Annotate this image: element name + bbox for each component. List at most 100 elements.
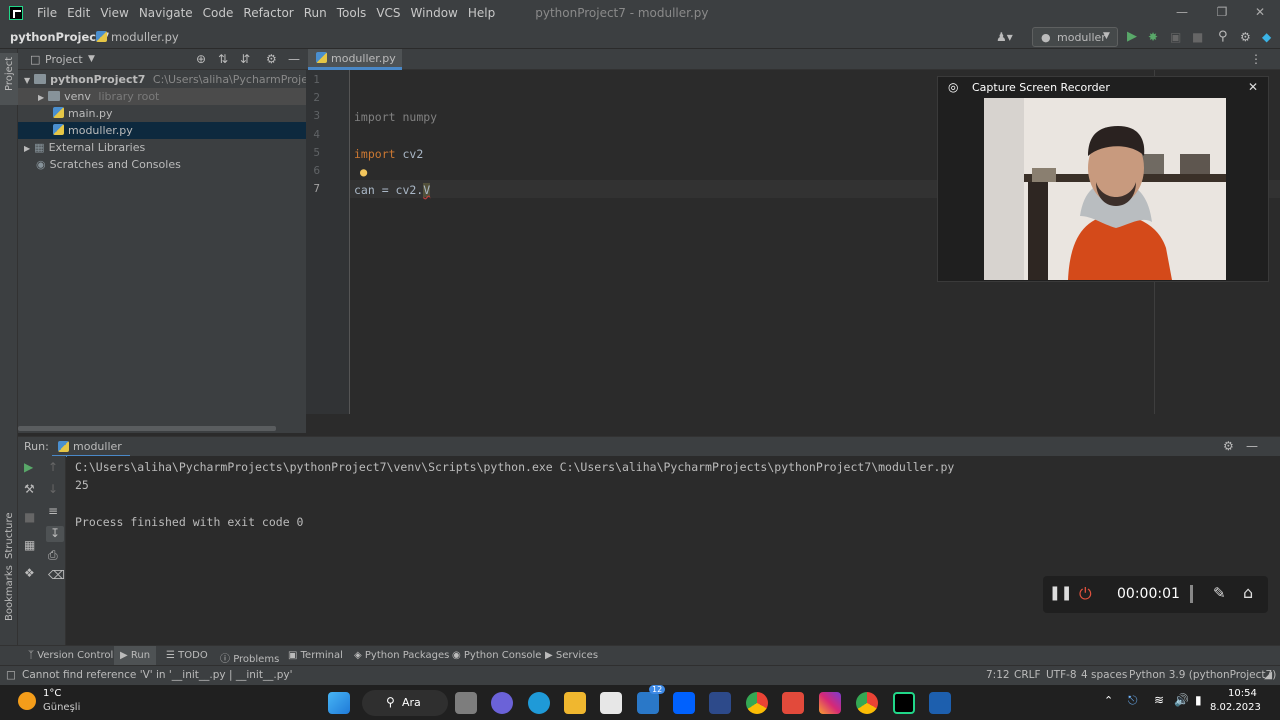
pause-icon[interactable]: ❚❚ (1049, 585, 1072, 601)
run-output[interactable]: C:\Users\aliha\PycharmProjects\pythonPro… (67, 456, 1280, 645)
tree-item-venv[interactable]: ▶ venv library root (18, 88, 306, 105)
gear-icon[interactable]: ⚙ (266, 52, 277, 66)
menu-edit[interactable]: Edit (67, 6, 90, 20)
wifi-icon[interactable]: ≋ (1154, 693, 1164, 707)
task-view-icon[interactable] (455, 692, 477, 714)
collapse-all-icon[interactable]: ⇵ (240, 52, 250, 66)
file-encoding[interactable]: UTF-8 (1046, 669, 1077, 681)
close-window-icon[interactable]: ✕ (1240, 0, 1280, 25)
user-icon[interactable]: ♟▾ (996, 30, 1013, 44)
python-interpreter[interactable]: Python 3.9 (pythonProject7) (1129, 669, 1276, 681)
clock-date[interactable]: 8.02.2023 (1210, 702, 1261, 713)
menu-run[interactable]: Run (304, 6, 327, 20)
structure-side-tab[interactable]: Structure (4, 512, 15, 559)
search-box[interactable]: ⚲ Ara (362, 690, 448, 716)
bookmarks-side-tab[interactable]: Bookmarks (4, 565, 15, 621)
layout-icon[interactable]: ▦ (24, 538, 35, 552)
scroll-down-icon[interactable]: ↓ (48, 482, 58, 496)
maximize-icon[interactable]: ❐ (1202, 0, 1242, 25)
tool-version-control[interactable]: ᛉ Version Control (28, 650, 113, 661)
expand-all-icon[interactable]: ⇅ (218, 52, 228, 66)
lock-icon[interactable]: ◢ (1264, 669, 1272, 681)
lightbulb-icon[interactable]: ● (360, 165, 367, 179)
menu-refactor[interactable]: Refactor (243, 6, 293, 20)
stop-icon[interactable]: ■ (1192, 30, 1203, 44)
tree-item-project-root[interactable]: ▼ pythonProject7 C:\Users\aliha\PycharmPr… (18, 71, 306, 88)
soft-wrap-icon[interactable]: ≡ (48, 504, 58, 518)
menu-file[interactable]: File (37, 6, 57, 20)
capture-recorder-icon[interactable] (929, 692, 951, 714)
tool-todo[interactable]: ☰ TODO (166, 650, 208, 661)
tool-problems[interactable]: ⓘ Problems (220, 650, 279, 665)
debug-icon[interactable]: ✸ (1148, 30, 1158, 44)
menu-window[interactable]: Window (411, 6, 458, 20)
instagram-icon[interactable] (819, 692, 841, 714)
indent-setting[interactable]: 4 spaces (1081, 669, 1127, 681)
chevron-up-icon[interactable]: ⌃ (1104, 694, 1113, 707)
home-icon[interactable]: ⌂ (1243, 583, 1253, 602)
run-tab-moduller[interactable]: moduller ✕ (52, 437, 130, 468)
store-icon[interactable] (600, 692, 622, 714)
anydesk-icon[interactable] (782, 692, 804, 714)
print-icon[interactable]: ⎙ (48, 548, 58, 563)
scroll-to-end-icon[interactable]: ↧ (46, 526, 64, 542)
weather-temp[interactable]: 1°C (43, 688, 61, 699)
gear-icon[interactable]: ⚙ (1223, 439, 1234, 453)
volume-icon[interactable]: 🔊 (1174, 693, 1189, 707)
close-recorder-icon[interactable]: ✕ (1248, 80, 1258, 94)
breadcrumb-file[interactable]: moduller.py (96, 30, 179, 44)
tab-moduller-py[interactable]: moduller.py ✕ (308, 49, 402, 84)
pen-icon[interactable]: ✎ (1213, 584, 1226, 602)
teams-icon[interactable] (491, 692, 513, 714)
tree-item-external-libraries[interactable]: ▶ ▦ External Libraries (18, 139, 306, 156)
tree-item-main-py[interactable]: main.py (18, 105, 306, 122)
coverage-icon[interactable]: ▣ (1170, 30, 1181, 44)
menu-navigate[interactable]: Navigate (139, 6, 193, 20)
b-app-icon[interactable] (709, 692, 731, 714)
chevron-down-icon[interactable]: ▼ (88, 54, 95, 64)
tool-terminal[interactable]: ▣ Terminal (288, 650, 343, 661)
pycharm-taskbar-icon[interactable] (893, 692, 915, 714)
scroll-up-icon[interactable]: ↑ (48, 460, 58, 474)
more-icon[interactable]: ⋮ (1250, 52, 1262, 66)
edge-icon[interactable] (528, 692, 550, 714)
run-icon[interactable]: ▶ (1127, 29, 1137, 44)
tool-python-console[interactable]: ◉ Python Console (452, 650, 541, 661)
menu-help[interactable]: Help (468, 6, 495, 20)
menu-tools[interactable]: Tools (337, 6, 367, 20)
battery-icon[interactable]: ▮ (1195, 693, 1202, 707)
trash-icon[interactable]: ⌫ (48, 568, 65, 582)
microphone-icon[interactable]: ⎋ (1128, 693, 1138, 708)
chrome-profile-icon[interactable] (856, 692, 878, 714)
settings-gear-icon[interactable]: ⚙ (1240, 30, 1251, 44)
project-view-select[interactable]: Project (45, 53, 83, 66)
sun-icon[interactable] (18, 692, 36, 710)
chrome-icon[interactable] (746, 692, 768, 714)
tool-python-packages[interactable]: ◈ Python Packages (354, 650, 449, 661)
file-explorer-icon[interactable] (564, 692, 586, 714)
mail-icon[interactable] (637, 692, 659, 714)
rerun-icon[interactable]: ▶ (24, 460, 33, 474)
status-message[interactable]: Cannot find reference 'V' in '__init__.p… (22, 669, 293, 681)
minimize-icon[interactable]: — (1162, 0, 1202, 25)
search-icon[interactable]: ⚲ (1218, 29, 1228, 44)
clock-time[interactable]: 10:54 (1228, 688, 1257, 699)
hide-panel-icon[interactable]: — (1246, 439, 1258, 453)
tree-item-scratches[interactable]: ◉ Scratches and Consoles (18, 156, 306, 173)
dropbox-icon[interactable] (673, 692, 695, 714)
start-icon[interactable] (328, 692, 350, 714)
caret-position[interactable]: 7:12 (986, 669, 1010, 681)
wrench-icon[interactable]: ⚒ (24, 482, 35, 496)
jetbrains-icon[interactable]: ◆ (1262, 30, 1271, 44)
menu-code[interactable]: Code (203, 6, 234, 20)
breadcrumb-project[interactable]: pythonProject7 (10, 30, 110, 44)
tool-run[interactable]: ▶ Run (114, 646, 156, 666)
menu-view[interactable]: View (100, 6, 128, 20)
stop-icon[interactable]: ■ (24, 510, 35, 524)
horizontal-scrollbar[interactable] (18, 426, 276, 431)
hide-panel-icon[interactable]: — (288, 52, 300, 66)
menu-vcs[interactable]: VCS (376, 6, 400, 20)
line-separator[interactable]: CRLF (1014, 669, 1041, 681)
run-configuration-select[interactable]: ● moduller ▼ (1032, 27, 1118, 47)
stop-recording-icon[interactable]: ⏻ (1079, 584, 1092, 604)
